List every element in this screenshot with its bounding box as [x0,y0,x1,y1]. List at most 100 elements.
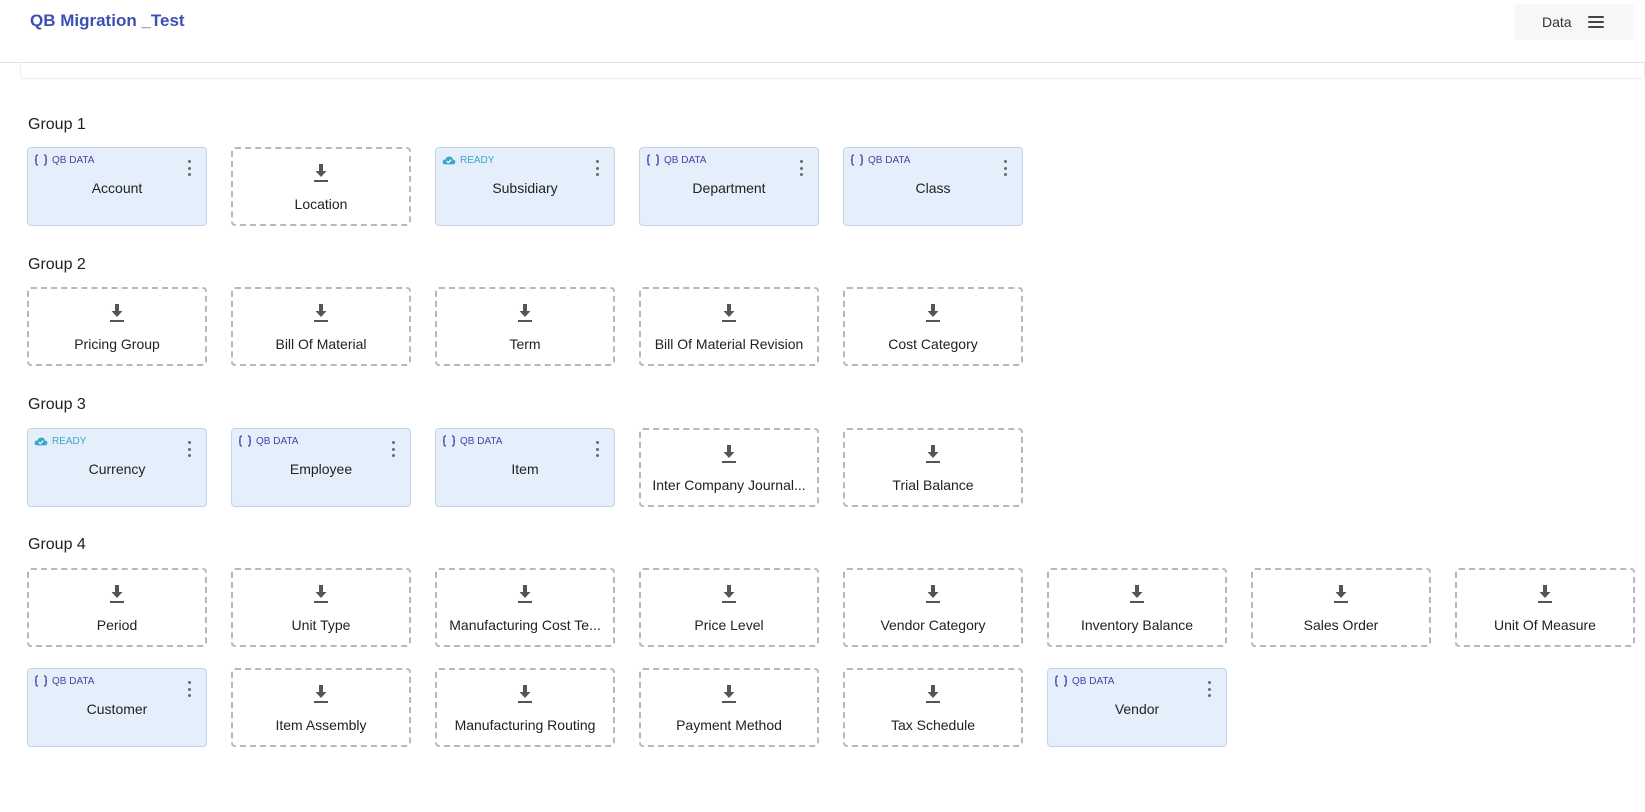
more-vertical-icon[interactable] [392,441,396,457]
entity-card-payment-method[interactable]: Payment Method [639,668,819,747]
entity-card-label: Item [511,461,539,477]
entity-card-sales-order[interactable]: Sales Order [1251,568,1431,647]
badge-label: QB DATA [256,435,299,447]
entity-card-item[interactable]: QB DATA Item [435,428,615,507]
sub-toolbar [20,63,1645,79]
entity-card-label: Department [692,180,766,196]
badge-label: QB DATA [664,154,707,166]
entity-card-customer[interactable]: QB DATA Customer [27,668,207,747]
entity-card-trial-balance[interactable]: Trial Balance [843,428,1023,507]
download-icon [1537,584,1553,604]
entity-card-vendor[interactable]: QB DATA Vendor [1047,668,1227,747]
download-icon [313,584,329,604]
entity-card-label: Item Assembly [275,717,367,733]
curly-braces-icon [34,675,48,687]
entity-card-label: Location [294,196,348,212]
entity-card-cost-category[interactable]: Cost Category [843,287,1023,366]
download-icon [109,303,125,323]
entity-card-inventory-balance[interactable]: Inventory Balance [1047,568,1227,647]
ready-badge: READY [34,435,86,447]
qb-data-badge: QB DATA [238,435,298,447]
curly-braces-icon [34,154,48,166]
download-icon [925,684,941,704]
entity-card-tax-schedule[interactable]: Tax Schedule [843,668,1023,747]
entity-card-bill-of-material-revision[interactable]: Bill Of Material Revision [639,287,819,366]
curly-braces-icon [646,154,660,166]
data-menu-button[interactable]: Data [1514,4,1634,40]
entity-card-vendor-category[interactable]: Vendor Category [843,568,1023,647]
group-title: Group 3 [28,396,86,413]
entity-card-manufacturing-routing[interactable]: Manufacturing Routing [435,668,615,747]
badge-label: READY [460,154,495,166]
badge-label: READY [52,435,87,447]
entity-card-employee[interactable]: QB DATA Employee [231,428,411,507]
download-icon [721,444,737,464]
download-icon [517,584,533,604]
entity-card-unit-type[interactable]: Unit Type [231,568,411,647]
app-title: QB Migration _Test [30,11,185,30]
qb-data-badge: QB DATA [442,435,502,447]
entity-card-period[interactable]: Period [27,568,207,647]
entity-card-label: Tax Schedule [890,717,976,733]
entity-card-label: Account [91,180,143,196]
download-icon [721,684,737,704]
group-title: Group 1 [28,116,86,133]
download-icon [925,584,941,604]
badge-label: QB DATA [52,675,95,687]
entity-card-subsidiary[interactable]: READY Subsidiary [435,147,615,226]
more-vertical-icon[interactable] [188,681,192,697]
more-vertical-icon[interactable] [596,441,600,457]
entity-card-label: Vendor Category [880,617,986,633]
curly-braces-icon [238,435,252,447]
entity-card-label: Term [509,336,541,352]
download-icon [313,163,329,183]
download-icon [721,303,737,323]
more-vertical-icon[interactable] [800,160,804,176]
entity-card-location[interactable]: Location [231,147,411,226]
entity-card-label: Cost Category [888,336,978,352]
entity-card-item-assembly[interactable]: Item Assembly [231,668,411,747]
download-icon [1129,584,1145,604]
entity-card-label: Manufacturing Routing [454,717,596,733]
entity-card-account[interactable]: QB DATA Account [27,147,207,226]
entity-card-pricing-group[interactable]: Pricing Group [27,287,207,366]
more-vertical-icon[interactable] [188,160,192,176]
entity-card-price-level[interactable]: Price Level [639,568,819,647]
entity-card-label: Pricing Group [74,336,160,352]
qb-data-badge: QB DATA [34,154,94,166]
entity-card-label: Price Level [694,617,764,633]
entity-card-label: Currency [88,461,146,477]
badge-label: QB DATA [868,154,911,166]
entity-card-label: Sales Order [1303,617,1379,633]
entity-card-department[interactable]: QB DATA Department [639,147,819,226]
more-vertical-icon[interactable] [1004,160,1008,176]
entity-card-currency[interactable]: READY Currency [27,428,207,507]
ready-badge: READY [442,154,494,166]
curly-braces-icon [1054,675,1068,687]
entity-card-unit-of-measure[interactable]: Unit Of Measure [1455,568,1635,647]
qb-data-badge: QB DATA [646,154,706,166]
entity-card-label: Manufacturing Cost Te... [449,617,601,633]
entity-card-manufacturing-cost-te[interactable]: Manufacturing Cost Te... [435,568,615,647]
entity-card-bill-of-material[interactable]: Bill Of Material [231,287,411,366]
download-icon [313,303,329,323]
entity-card-label: Customer [86,701,148,717]
more-vertical-icon[interactable] [596,160,600,176]
entity-card-term[interactable]: Term [435,287,615,366]
download-icon [721,584,737,604]
entity-card-inter-company-journal[interactable]: Inter Company Journal... [639,428,819,507]
entity-card-label: Class [915,180,951,196]
entity-card-label: Subsidiary [492,180,558,196]
more-vertical-icon[interactable] [188,441,192,457]
qb-data-badge: QB DATA [34,675,94,687]
entity-card-class[interactable]: QB DATA Class [843,147,1023,226]
entity-card-label: Bill Of Material Revision [654,336,804,352]
cloud-check-icon [34,435,48,447]
group-title: Group 4 [28,536,86,553]
badge-label: QB DATA [1072,675,1115,687]
download-icon [517,303,533,323]
download-icon [1333,584,1349,604]
download-icon [109,584,125,604]
more-vertical-icon[interactable] [1208,681,1212,697]
entity-card-label: Inter Company Journal... [652,477,806,493]
